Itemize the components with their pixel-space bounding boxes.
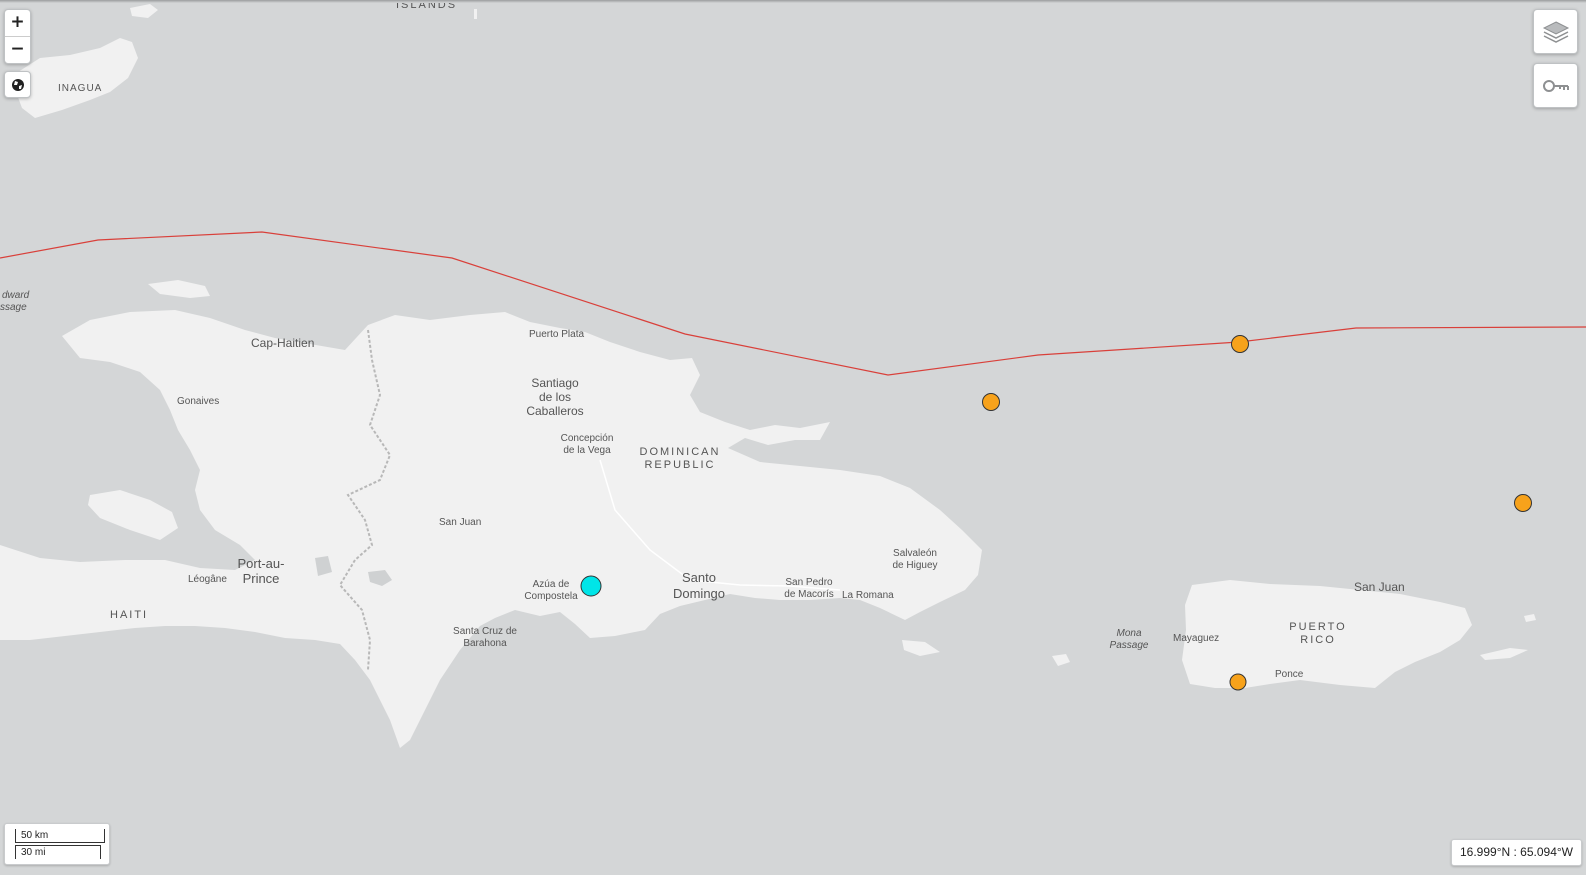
label-puerto-rico: PUERTO — [1289, 621, 1346, 633]
label-salvaleon: de Higuey — [892, 560, 937, 571]
label-ponce: Ponce — [1275, 669, 1304, 680]
scale-mi: 30 mi — [15, 845, 101, 859]
earthquake-marker[interactable] — [1229, 673, 1247, 691]
label-mona-passage: Passage — [1110, 640, 1149, 651]
label-cap-haitien: Cap-Haitien — [251, 336, 314, 350]
label-windward: dward — [2, 290, 30, 301]
zoom-out-button[interactable]: − — [5, 37, 30, 63]
legend-button[interactable] — [1533, 63, 1578, 108]
label-santo-domingo: Domingo — [673, 586, 725, 601]
layers-button[interactable] — [1533, 9, 1578, 54]
label-santiago: Caballeros — [526, 404, 583, 418]
label-passage: ssage — [0, 302, 27, 313]
earthquake-marker[interactable] — [1514, 494, 1532, 512]
label-san-pedro: San Pedro — [785, 577, 833, 588]
label-puerto-rico: RICO — [1300, 634, 1336, 646]
layers-icon — [1542, 20, 1569, 43]
label-azua: Azúa de — [533, 579, 570, 590]
earthquake-marker[interactable] — [982, 393, 1000, 411]
label-gonaives: Gonaives — [177, 396, 219, 407]
scale-bar: 50 km 30 mi — [4, 823, 110, 865]
label-azua: Compostela — [524, 591, 578, 602]
label-port-au-prince: Port-au- — [238, 556, 285, 571]
key-icon — [1542, 79, 1569, 92]
label-puerto-plata: Puerto Plata — [529, 329, 584, 340]
coordinate-readout: 16.999°N : 65.094°W — [1451, 839, 1582, 866]
label-santa-cruz: Barahona — [463, 638, 507, 649]
label-santo-domingo: Santo — [682, 570, 716, 585]
label-san-juan-pr: San Juan — [1354, 580, 1405, 594]
label-salvaleon: Salvaleón — [893, 548, 937, 559]
label-mayaguez: Mayaguez — [1173, 633, 1219, 644]
label-san-juan-dr: San Juan — [439, 517, 481, 528]
earthquake-marker[interactable] — [580, 575, 602, 597]
label-dominican-republic: DOMINICAN — [640, 446, 721, 458]
earthquake-marker[interactable] — [1231, 335, 1249, 353]
scale-km: 50 km — [15, 829, 105, 843]
zoom-in-button[interactable]: + — [5, 10, 30, 37]
label-port-au-prince: Prince — [243, 571, 280, 586]
label-san-pedro: de Macorís — [784, 589, 833, 600]
map-canvas[interactable]: ISLANDS INAGUA dward ssage Cap-Haitien G… — [0, 0, 1586, 875]
globe-icon — [11, 78, 24, 91]
label-mona-passage: Mona — [1116, 628, 1141, 639]
globe-button[interactable] — [4, 71, 31, 98]
label-santa-cruz: Santa Cruz de — [453, 626, 517, 637]
label-leogane: Léogâne — [188, 574, 227, 585]
label-concepcion: de la Vega — [563, 445, 611, 456]
label-haiti: HAITI — [110, 609, 148, 621]
label-concepcion: Concepción — [561, 433, 614, 444]
label-inagua: INAGUA — [58, 83, 102, 94]
top-edge-shadow — [0, 0, 1586, 3]
label-la-romana: La Romana — [842, 590, 894, 601]
small-island — [474, 9, 477, 19]
label-santiago: de los — [539, 390, 571, 404]
label-dominican-republic: REPUBLIC — [644, 459, 715, 471]
label-santiago: Santiago — [531, 376, 579, 390]
zoom-control: + − — [4, 9, 31, 64]
